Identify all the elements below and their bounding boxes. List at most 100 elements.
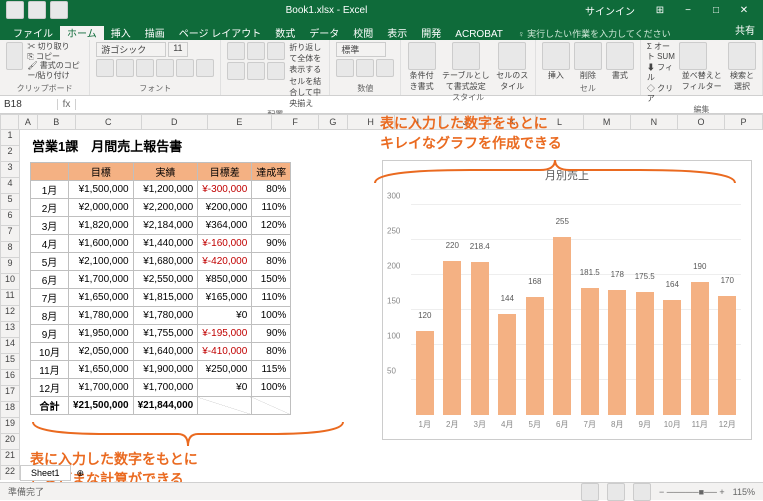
row-header[interactable]: 3 xyxy=(0,162,20,178)
col-header[interactable]: L xyxy=(536,114,583,130)
cell[interactable]: ¥165,000 xyxy=(198,289,252,307)
font-select[interactable]: 游ゴシック xyxy=(96,42,166,57)
cell[interactable]: 80% xyxy=(252,343,291,361)
wrap-text-button[interactable]: 折り返して全体を表示する xyxy=(289,42,323,76)
share-button[interactable]: 共有 xyxy=(727,19,763,40)
border-icon[interactable] xyxy=(156,59,174,77)
row-header[interactable]: 11 xyxy=(0,290,20,306)
copy-button[interactable]: ⎘ コピー xyxy=(27,52,83,62)
cell[interactable]: ¥2,550,000 xyxy=(133,271,198,289)
cell[interactable]: ¥1,900,000 xyxy=(133,361,198,379)
bar[interactable] xyxy=(443,261,461,415)
col-header[interactable]: C xyxy=(76,114,142,130)
bar[interactable] xyxy=(471,262,489,415)
cell[interactable]: ¥200,000 xyxy=(198,199,252,217)
qat[interactable] xyxy=(6,1,68,19)
cell[interactable]: 11月 xyxy=(31,361,69,379)
cell[interactable]: ¥1,680,000 xyxy=(133,253,198,271)
row-header[interactable]: 22 xyxy=(0,466,20,480)
row-header[interactable]: 17 xyxy=(0,386,20,402)
align-mid-icon[interactable] xyxy=(247,42,265,60)
close-icon[interactable]: ✕ xyxy=(731,1,757,19)
row-header[interactable]: 9 xyxy=(0,258,20,274)
col-header[interactable]: H xyxy=(348,114,395,130)
cell[interactable]: ¥1,650,000 xyxy=(69,289,134,307)
format-painter-button[interactable]: 🖌 書式のコピー/貼り付け xyxy=(27,61,83,80)
cell[interactable]: 8月 xyxy=(31,307,69,325)
row-header[interactable]: 10 xyxy=(0,274,20,290)
underline-icon[interactable] xyxy=(136,59,154,77)
cell[interactable]: ¥2,100,000 xyxy=(69,253,134,271)
align-center-icon[interactable] xyxy=(247,62,265,80)
table-format-icon[interactable] xyxy=(452,42,480,70)
cell[interactable]: 7月 xyxy=(31,289,69,307)
cond-format-icon[interactable] xyxy=(408,42,436,70)
row-header[interactable]: 12 xyxy=(0,306,20,322)
cell[interactable]: 12月 xyxy=(31,379,69,397)
redo-icon[interactable] xyxy=(50,1,68,19)
cell[interactable]: ¥1,820,000 xyxy=(69,217,134,235)
cell[interactable]: 100% xyxy=(252,379,291,397)
font-color-icon[interactable] xyxy=(196,59,214,77)
row-header[interactable]: 15 xyxy=(0,354,20,370)
cell[interactable]: 80% xyxy=(252,253,291,271)
row-header[interactable]: 18 xyxy=(0,402,20,418)
cell[interactable]: ¥1,650,000 xyxy=(69,361,134,379)
row-header[interactable]: 7 xyxy=(0,226,20,242)
cell[interactable]: 90% xyxy=(252,235,291,253)
row-header[interactable]: 14 xyxy=(0,338,20,354)
italic-icon[interactable] xyxy=(116,59,134,77)
cell[interactable]: ¥21,500,000 xyxy=(69,397,134,415)
col-header[interactable]: B xyxy=(38,114,76,130)
chart[interactable]: 月別売上 50100150200250300120220218.41441682… xyxy=(382,160,752,440)
cell[interactable]: ¥1,755,000 xyxy=(133,325,198,343)
cell[interactable]: ¥1,200,000 xyxy=(133,181,198,199)
save-icon[interactable] xyxy=(6,1,24,19)
comma-icon[interactable] xyxy=(376,59,394,77)
row-header[interactable]: 6 xyxy=(0,210,20,226)
minimize-icon[interactable]: − xyxy=(675,1,701,19)
row-header[interactable]: 13 xyxy=(0,322,20,338)
align-left-icon[interactable] xyxy=(227,62,245,80)
fx-icon[interactable]: fx xyxy=(58,99,76,110)
cell[interactable] xyxy=(252,397,291,415)
cell[interactable]: 110% xyxy=(252,199,291,217)
undo-icon[interactable] xyxy=(28,1,46,19)
signin[interactable]: サインイン xyxy=(585,3,635,18)
col-header[interactable]: K xyxy=(489,114,536,130)
bold-icon[interactable] xyxy=(96,59,114,77)
cell-style-icon[interactable] xyxy=(498,42,526,70)
cell[interactable] xyxy=(198,397,252,415)
cell[interactable]: 120% xyxy=(252,217,291,235)
bar[interactable] xyxy=(526,297,544,415)
row-header[interactable]: 21 xyxy=(0,450,20,466)
cell[interactable]: ¥21,844,000 xyxy=(133,397,198,415)
cell[interactable]: ¥-160,000 xyxy=(198,235,252,253)
bar[interactable] xyxy=(718,296,736,415)
add-sheet-icon[interactable]: ⊕ xyxy=(71,466,91,481)
col-header[interactable]: F xyxy=(272,114,319,130)
cell[interactable]: 9月 xyxy=(31,325,69,343)
col-header[interactable]: N xyxy=(631,114,678,130)
cell[interactable]: 115% xyxy=(252,361,291,379)
bar[interactable] xyxy=(691,282,709,415)
cell[interactable]: 合計 xyxy=(31,397,69,415)
maximize-icon[interactable]: □ xyxy=(703,1,729,19)
col-header[interactable]: P xyxy=(725,114,763,130)
sheet-tab[interactable]: Sheet1 xyxy=(20,465,71,481)
col-header[interactable]: J xyxy=(442,114,489,130)
cell[interactable]: ¥-420,000 xyxy=(198,253,252,271)
cell[interactable]: ¥-410,000 xyxy=(198,343,252,361)
row-header[interactable]: 5 xyxy=(0,194,20,210)
cut-button[interactable]: ✂ 切り取り xyxy=(27,42,83,52)
fill-color-icon[interactable] xyxy=(176,59,194,77)
col-header[interactable]: O xyxy=(678,114,725,130)
cell[interactable]: 6月 xyxy=(31,271,69,289)
col-header[interactable]: D xyxy=(142,114,208,130)
row-header[interactable]: 4 xyxy=(0,178,20,194)
cell[interactable]: 90% xyxy=(252,325,291,343)
row-header[interactable]: 8 xyxy=(0,242,20,258)
col-header[interactable]: A xyxy=(19,114,38,130)
view-layout-icon[interactable] xyxy=(607,483,625,501)
col-header[interactable]: E xyxy=(208,114,272,130)
